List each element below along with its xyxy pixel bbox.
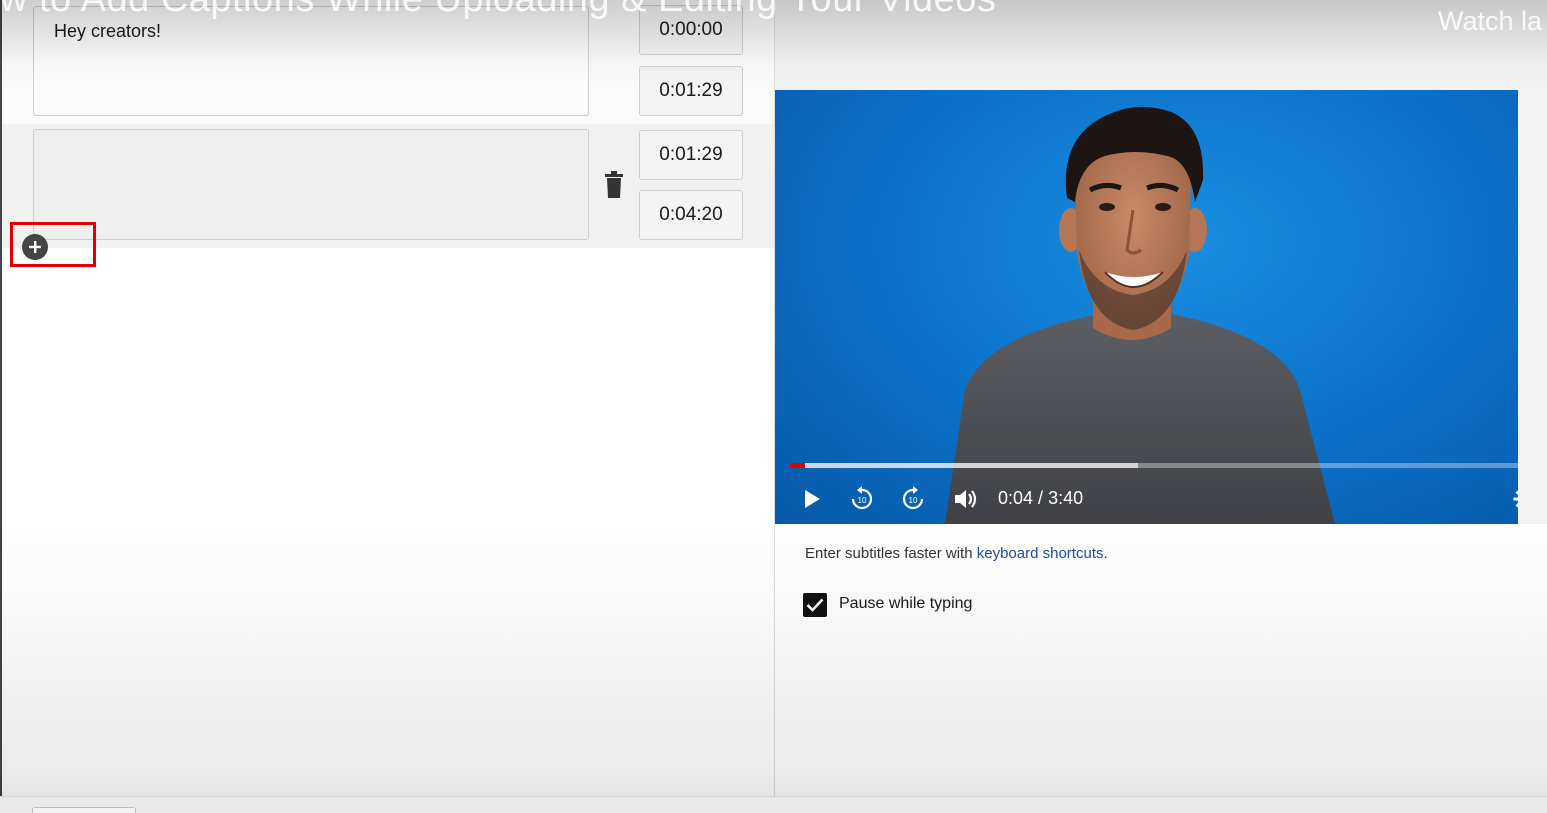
rewind-10-icon[interactable]: 10: [847, 485, 877, 513]
svg-text:10: 10: [909, 496, 918, 505]
shortcut-hint: Enter subtitles faster with keyboard sho…: [805, 545, 1108, 562]
bottom-button[interactable]: [32, 807, 136, 813]
caption-editor-panel: Hey creators! 0:00:00 0:01:29 0:01:29 0:…: [2, 0, 774, 813]
video-player[interactable]: 10 10 0:04 / 3:40: [775, 90, 1518, 524]
watch-later-overlay[interactable]: Watch la: [1438, 6, 1542, 37]
current-time: 0:04: [998, 488, 1034, 508]
window-edge: [0, 0, 2, 813]
check-icon: [806, 598, 824, 612]
caption-editor-page: Hey creators! 0:00:00 0:01:29 0:01:29 0:…: [0, 0, 1547, 813]
cue-start-time-2[interactable]: 0:01:29: [639, 130, 743, 180]
pause-while-typing-checkbox[interactable]: [803, 593, 827, 617]
pause-while-typing-label[interactable]: Pause while typing: [839, 595, 972, 613]
hint-period: .: [1103, 545, 1108, 562]
bottom-bar: [0, 796, 1547, 813]
add-circle-icon[interactable]: [22, 234, 48, 260]
hint-text: Enter subtitles faster with: [805, 545, 977, 562]
trash-icon[interactable]: [602, 171, 626, 199]
gear-icon[interactable]: [1511, 485, 1518, 513]
volume-icon[interactable]: [951, 485, 981, 513]
video-title-overlay: w to Add Captions While Uploading & Edit…: [0, 0, 1200, 21]
play-icon[interactable]: [799, 485, 825, 513]
presenter-image: [945, 106, 1335, 524]
cue-text-input-1[interactable]: Hey creators!: [33, 6, 589, 116]
total-time: 3:40: [1048, 488, 1084, 508]
preview-right-margin: [1518, 90, 1547, 524]
keyboard-shortcuts-link[interactable]: keyboard shortcuts: [977, 545, 1104, 562]
time-separator: /: [1033, 488, 1049, 508]
cue-end-time-1[interactable]: 0:01:29: [639, 66, 743, 116]
progress-buffer: [790, 463, 1138, 468]
time-readout: 0:04 / 3:40: [998, 488, 1083, 509]
cue-end-time-2[interactable]: 0:04:20: [639, 190, 743, 240]
cue-text-input-2[interactable]: [33, 129, 589, 240]
progress-played: [790, 463, 805, 468]
svg-text:10: 10: [858, 496, 867, 505]
forward-10-icon[interactable]: 10: [898, 485, 928, 513]
